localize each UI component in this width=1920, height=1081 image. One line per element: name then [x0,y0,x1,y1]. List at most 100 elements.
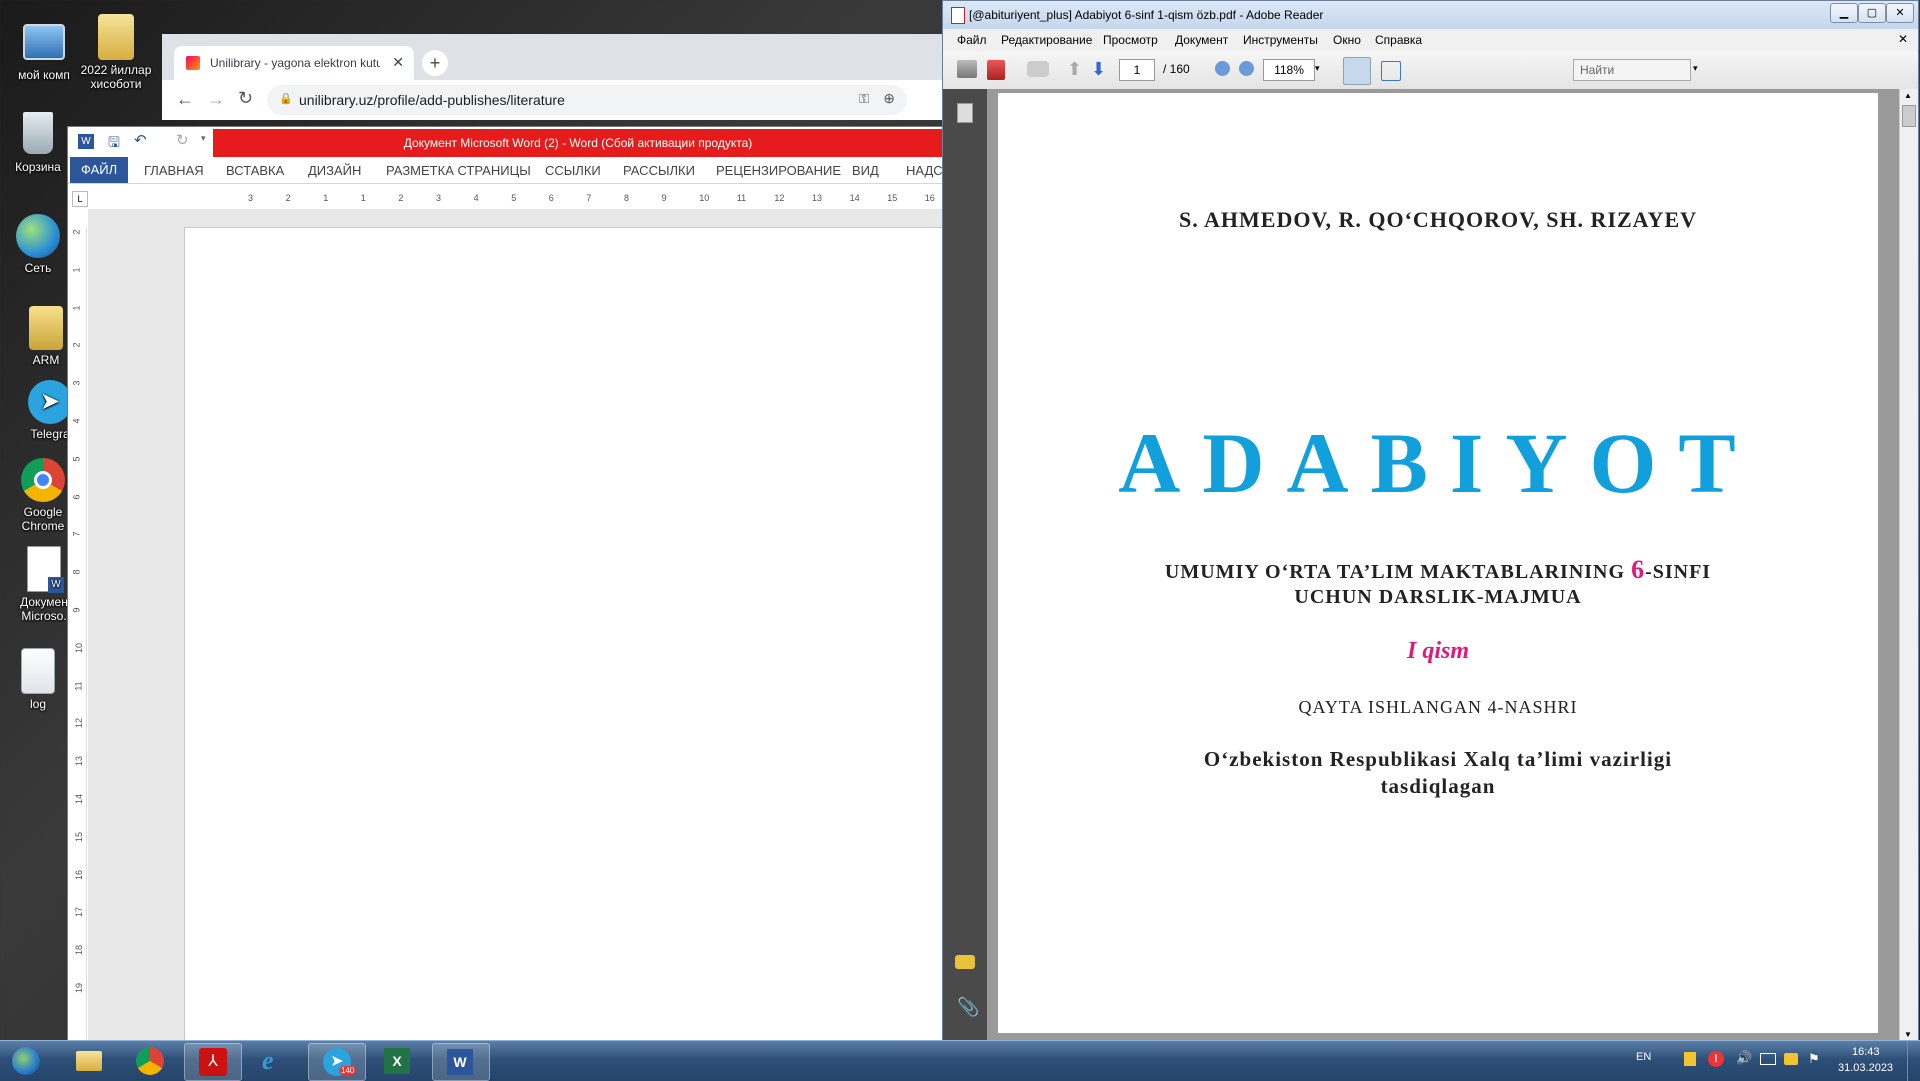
tab-close-icon[interactable]: ✕ [392,54,404,71]
tray-alert-icon[interactable]: ! [1708,1051,1724,1067]
ruler-mark: 12 [74,718,85,729]
clock-time[interactable]: 16:43 [1852,1046,1880,1058]
zoom-icon[interactable]: ⊕ [883,90,895,107]
minimize-button[interactable]: ▁ [1830,3,1858,23]
tray-network-icon[interactable] [1684,1052,1696,1066]
previous-page-icon[interactable]: ⬆ [1067,59,1082,80]
approval-line2: tasdiqlagan [1380,774,1496,798]
ruler-mark: 11 [73,680,84,691]
horizontal-ruler[interactable]: 3211234567891011121314151617 [178,191,972,207]
desktop-icon-label: ARM [32,353,60,367]
customize-toolbar-icon[interactable]: ▾ [201,133,206,144]
taskbar-internet-explorer[interactable]: e [246,1043,302,1079]
taskbar-excel[interactable]: X [370,1043,426,1079]
zoom-in-icon[interactable] [1239,61,1254,76]
word-title-text: Документ Microsoft Word (2) - Word (Сбой… [403,136,753,150]
menu-edit[interactable]: Редактирование [1001,33,1092,47]
ruler-mark: 15 [74,831,85,842]
desktop-icon-label: Google Chrome [21,505,65,533]
document-page[interactable] [184,227,943,1041]
taskbar-word[interactable]: W [432,1043,490,1081]
search-input[interactable]: Найти [1573,59,1691,81]
tab-design[interactable]: ДИЗАЙН [308,163,361,178]
menu-document[interactable]: Документ [1175,33,1228,47]
maximize-button[interactable]: ▢ [1858,3,1886,23]
redo-icon[interactable]: ↻ [176,131,189,149]
show-desktop-button[interactable] [1907,1041,1920,1081]
fit-width-icon[interactable] [1343,57,1371,85]
attachments-panel-icon[interactable]: 📎 [957,997,979,1018]
zoom-select[interactable]: 118% [1263,59,1315,81]
ruler-mark: 4 [473,193,479,203]
url-input[interactable]: 🔒 unilibrary.uz/profile/add-publishes/li… [267,85,907,115]
tab-page-layout[interactable]: РАЗМЕТКА СТРАНИЦЫ [386,163,531,178]
comments-panel-icon[interactable] [955,955,975,969]
scroll-thumb[interactable] [1902,105,1916,127]
ruler-mark: 1 [360,193,366,203]
tray-volume-icon[interactable]: 🔊 [1736,1050,1752,1066]
new-tab-button[interactable]: + [422,50,448,76]
tab-mailings[interactable]: РАССЫЛКИ [623,163,695,178]
ruler-mark: 7 [586,193,592,203]
zoom-out-icon[interactable] [1215,61,1230,76]
search-dropdown-icon[interactable]: ▾ [1693,63,1698,74]
tab-insert[interactable]: ВСТАВКА [226,163,284,178]
ruler-mark: 14 [849,193,860,203]
clock-date[interactable]: 31.03.2023 [1838,1062,1893,1074]
ruler-mark: 15 [887,193,898,203]
tray-flag-icon[interactable]: ⚑ [1808,1051,1820,1067]
taskbar-adobe-reader[interactable]: ⅄ [184,1043,242,1081]
desktop-icon-label: log [29,697,46,711]
language-indicator[interactable]: EN [1636,1051,1651,1063]
tab-review[interactable]: РЕЦЕНЗИРОВАНИЕ [716,163,841,178]
ruler-mark: 7 [71,531,82,537]
internet-explorer-icon: e [262,1046,274,1075]
create-pdf-icon[interactable] [987,60,1005,80]
page-number-input[interactable]: 1 [1119,59,1155,81]
taskbar-telegram[interactable]: ➤ 140 [308,1043,366,1081]
desktop-icon-label: Telegra [30,427,70,441]
menu-window[interactable]: Окно [1333,33,1361,47]
close-document-icon[interactable]: ✕ [1898,32,1908,46]
back-arrow-icon[interactable]: ← [176,89,194,110]
reload-icon[interactable]: ↻ [238,88,253,109]
tab-references[interactable]: ССЫЛКИ [545,163,601,178]
desktop-icon-reports-folder[interactable]: 2022 йиллар хисоботи [74,14,158,91]
tab-file[interactable]: ФАЙЛ [70,157,129,183]
undo-icon[interactable]: ↶ [134,131,147,149]
vertical-scrollbar[interactable]: ▲ ▼ [1899,89,1918,1041]
tab-selector[interactable]: L [72,191,88,207]
word-title-bar: Документ Microsoft Word (2) - Word (Сбой… [213,129,943,157]
forward-arrow-icon[interactable]: → [207,89,225,110]
vertical-ruler[interactable]: 2 1 1 2 3 4 5 6 7 8 9 10 11 12 13 14 15 16 17 18 19 [72,227,87,1041]
pdf-page[interactable]: S. AHMEDOV, R. QO‘CHQOROV, SH. RIZAYEV A… [998,93,1878,1033]
ruler-mark: 2 [71,342,82,348]
tab-view[interactable]: ВИД [852,163,879,178]
ruler-mark: 19 [74,982,85,994]
browser-tab[interactable]: Unilibrary - yagona elektron kutu ✕ [174,46,414,80]
scroll-up-icon[interactable]: ▲ [1904,91,1912,100]
menu-view[interactable]: Просмотр [1103,33,1158,47]
menu-tools[interactable]: Инструменты [1243,33,1318,47]
desktop-icon-label: Сеть [24,261,52,275]
ruler-mark: 16 [924,193,935,203]
print-icon[interactable] [957,60,977,78]
save-icon[interactable]: 🖫 [108,132,120,156]
ruler-mark: 2 [398,193,404,203]
pages-panel-icon[interactable] [957,103,973,123]
taskbar-explorer[interactable] [60,1043,116,1079]
menu-help[interactable]: Справка [1375,33,1422,47]
taskbar-chrome[interactable] [122,1043,178,1079]
tray-display-icon[interactable] [1760,1053,1776,1065]
next-page-icon[interactable]: ⬇ [1091,59,1106,80]
comment-icon[interactable] [1027,61,1049,77]
start-button[interactable] [4,1043,48,1079]
tray-devices-icon[interactable] [1784,1053,1798,1065]
close-button[interactable]: ✕ [1886,3,1914,23]
menu-file[interactable]: Файл [957,33,987,47]
fit-page-icon[interactable] [1381,61,1401,81]
zoom-dropdown-icon[interactable]: ▾ [1315,63,1320,74]
scroll-down-icon[interactable]: ▼ [1904,1030,1912,1039]
key-icon[interactable]: ⚿ [859,91,869,107]
tab-home[interactable]: ГЛАВНАЯ [144,163,204,178]
